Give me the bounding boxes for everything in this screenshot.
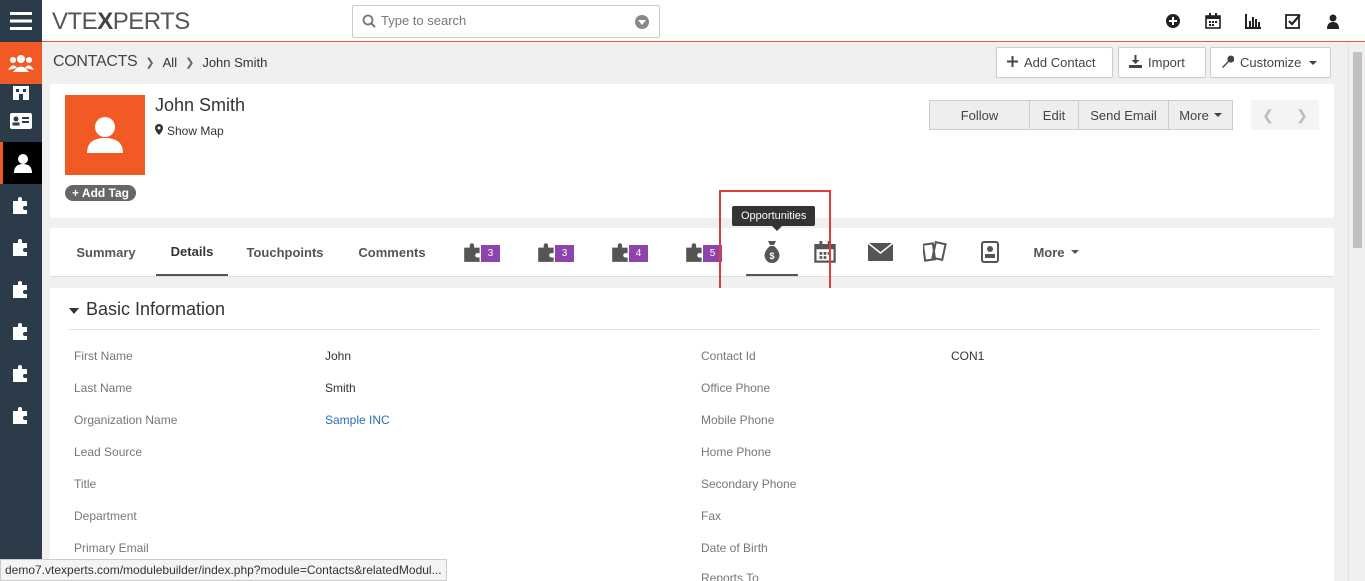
- envelope-icon: [868, 243, 893, 261]
- field-label-first-name: First Name: [74, 349, 133, 363]
- basic-information-section: Basic Information First Name John Last N…: [50, 288, 1334, 581]
- tab-address-book[interactable]: [981, 240, 999, 264]
- edit-button[interactable]: Edit: [1029, 101, 1078, 129]
- search-options-dropdown-icon[interactable]: [635, 15, 649, 29]
- field-label-office-phone: Office Phone: [701, 381, 771, 395]
- field-label-fax: Fax: [701, 509, 722, 523]
- user-profile-icon[interactable]: [1325, 13, 1341, 29]
- tab-comments[interactable]: Comments: [350, 228, 434, 276]
- top-bar: VTEXPERTS: [42, 0, 1365, 42]
- address-book-icon: [981, 241, 999, 263]
- chevron-right-icon: ❯: [145, 56, 155, 69]
- tab-related-module-1[interactable]: 3: [461, 240, 500, 264]
- page-scrollbar[interactable]: [1348, 42, 1365, 581]
- field-label-lead-source: Lead Source: [74, 445, 143, 459]
- contacts-icon[interactable]: [0, 142, 42, 184]
- contact-card-icon[interactable]: [0, 100, 42, 142]
- highlight-box: [719, 190, 831, 294]
- field-label-organization-name: Organization Name: [74, 413, 178, 427]
- send-email-button[interactable]: Send Email: [1078, 101, 1168, 129]
- wrench-icon: [1221, 55, 1235, 71]
- building-icon[interactable]: [0, 78, 42, 100]
- breadcrumb-filter[interactable]: All: [163, 55, 177, 70]
- puzzle-icon[interactable]: [0, 394, 42, 436]
- tab-emails[interactable]: [868, 240, 893, 264]
- more-actions-button[interactable]: More: [1168, 101, 1232, 129]
- field-label-last-name: Last Name: [74, 381, 133, 395]
- field-value-contact-id: CON1: [951, 349, 985, 363]
- caret-down-icon: [1070, 250, 1079, 254]
- section-title: Basic Information: [86, 299, 226, 319]
- record-name: John Smith: [155, 95, 246, 115]
- record-header: John Smith Show Map + Add Tag Follow Edi…: [50, 84, 1334, 218]
- tab-details[interactable]: Details: [156, 228, 228, 276]
- download-icon: [1129, 54, 1142, 71]
- field-label-reports-to: Reports To: [701, 571, 759, 581]
- puzzle-icon[interactable]: [0, 184, 42, 226]
- search-icon: [362, 14, 376, 31]
- documents-icon: [923, 241, 947, 262]
- field-value-organization-link[interactable]: Sample INC: [325, 413, 390, 427]
- field-label-title: Title: [74, 477, 97, 491]
- field-label-date-of-birth: Date of Birth: [701, 541, 768, 555]
- left-sidebar: [0, 0, 42, 581]
- field-label-primary-email: Primary Email: [74, 541, 149, 555]
- divider: [68, 329, 1319, 330]
- import-button[interactable]: Import: [1118, 47, 1206, 78]
- record-navigation: ❮ ❯: [1251, 100, 1319, 130]
- tab-documents[interactable]: [923, 240, 947, 264]
- menu-icon[interactable]: [0, 0, 42, 42]
- breadcrumb: CONTACTS ❯ All ❯ John Smith: [53, 53, 267, 71]
- count-badge: 4: [629, 244, 648, 262]
- tab-more[interactable]: More: [1026, 228, 1086, 276]
- customize-button[interactable]: Customize: [1210, 47, 1331, 78]
- caret-down-icon: [1213, 113, 1222, 117]
- add-tag-button[interactable]: + Add Tag: [65, 185, 136, 201]
- chevron-right-icon: ❯: [185, 56, 195, 69]
- next-record-icon[interactable]: ❯: [1285, 100, 1319, 130]
- avatar: [65, 95, 145, 175]
- puzzle-icon[interactable]: [0, 268, 42, 310]
- logo[interactable]: VTEXPERTS: [52, 8, 190, 36]
- tab-summary[interactable]: Summary: [70, 228, 142, 276]
- tasks-icon[interactable]: [1285, 13, 1301, 29]
- count-badge: 3: [555, 244, 574, 262]
- puzzle-icon[interactable]: [0, 226, 42, 268]
- field-label-contact-id: Contact Id: [701, 349, 756, 363]
- puzzle-icon[interactable]: [0, 352, 42, 394]
- search-input[interactable]: [381, 13, 621, 28]
- puzzle-icon[interactable]: [0, 310, 42, 352]
- tab-touchpoints[interactable]: Touchpoints: [240, 228, 330, 276]
- tab-related-module-4[interactable]: 5: [683, 240, 722, 264]
- person-icon: [87, 117, 123, 153]
- field-label-home-phone: Home Phone: [701, 445, 772, 459]
- quick-create-icon[interactable]: [1165, 13, 1181, 29]
- field-value-first-name[interactable]: John: [325, 349, 351, 363]
- field-value-last-name[interactable]: Smith: [325, 381, 356, 395]
- global-search[interactable]: [352, 5, 660, 38]
- caret-down-icon: [1309, 60, 1318, 65]
- show-map-link[interactable]: Show Map: [155, 124, 224, 138]
- reports-icon[interactable]: [1245, 13, 1261, 29]
- map-marker-icon: [155, 124, 163, 138]
- follow-button[interactable]: Follow: [930, 101, 1029, 129]
- field-label-secondary-phone: Secondary Phone: [701, 477, 797, 491]
- scrollbar-thumb[interactable]: [1353, 52, 1362, 248]
- count-badge: 3: [481, 244, 500, 262]
- breadcrumb-record: John Smith: [202, 54, 268, 70]
- breadcrumb-module[interactable]: CONTACTS: [53, 53, 138, 71]
- plus-icon: [1007, 55, 1018, 70]
- record-actions: Follow Edit Send Email More: [929, 100, 1233, 130]
- previous-record-icon[interactable]: ❮: [1251, 100, 1285, 130]
- record-tabs: Summary Details Touchpoints Comments 3 3…: [50, 228, 1334, 277]
- field-label-department: Department: [74, 509, 137, 523]
- tab-related-module-2[interactable]: 3: [535, 240, 574, 264]
- add-contact-button[interactable]: Add Contact: [996, 47, 1113, 78]
- tab-related-module-3[interactable]: 4: [609, 240, 648, 264]
- collapse-caret-icon[interactable]: [69, 308, 79, 314]
- field-label-mobile-phone: Mobile Phone: [701, 413, 775, 427]
- browser-status-bar: demo7.vtexperts.com/modulebuilder/index.…: [0, 559, 447, 581]
- calendar-icon[interactable]: [1205, 13, 1221, 29]
